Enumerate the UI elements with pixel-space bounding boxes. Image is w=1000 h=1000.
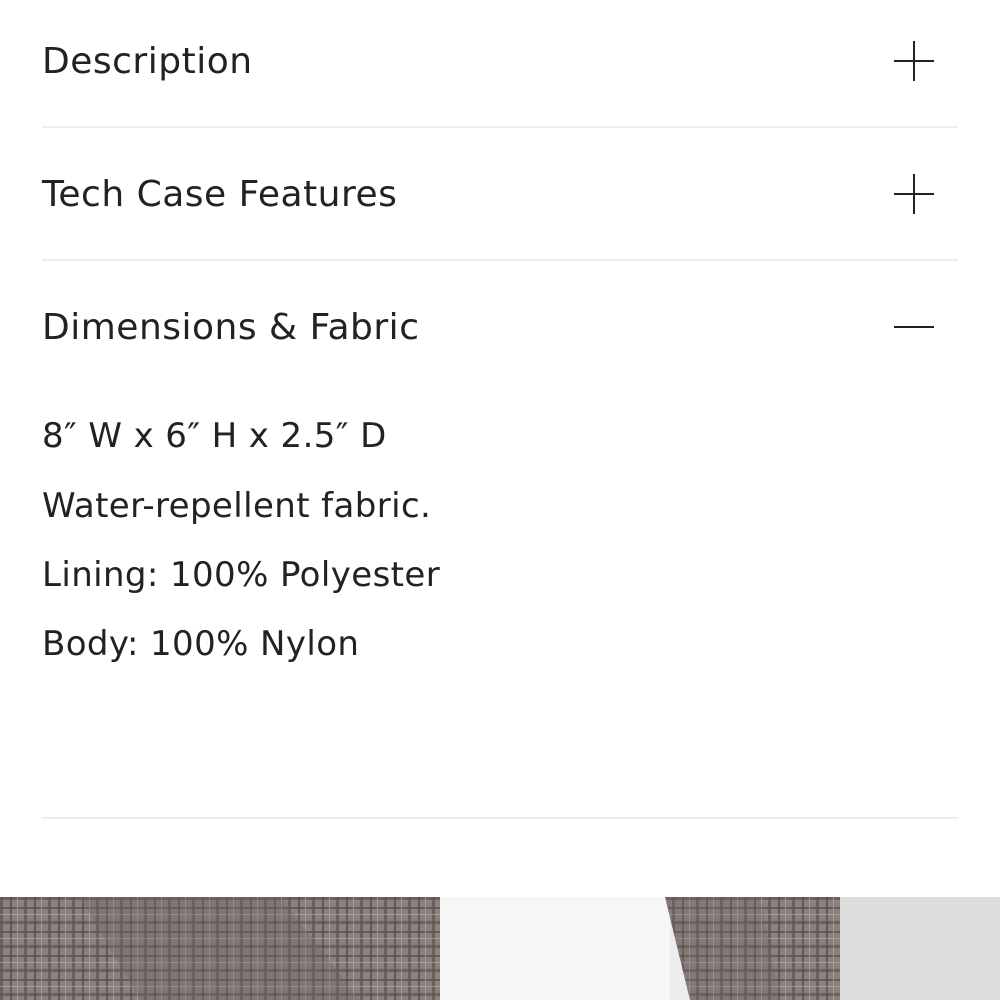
plaid-blazer-image [0,897,1000,1000]
product-photo [0,897,1000,1000]
detail-lining: Lining: 100% Polyester [42,555,441,595]
detail-body: Body: 100% Nylon [42,624,360,664]
minus-icon[interactable] [894,307,934,347]
plus-icon[interactable] [894,174,934,214]
detail-dimensions: 8″ W x 6″ H x 2.5″ D [42,416,387,456]
divider [42,259,958,261]
accordion-tech-case-features-title: Tech Case Features [42,173,398,215]
accordion-dimensions-fabric-title: Dimensions & Fabric [42,306,420,348]
product-details-page: Description Tech Case Features Dimension… [0,0,1000,1000]
plus-icon[interactable] [894,41,934,81]
accordion-tech-case-features-header[interactable]: Tech Case Features [42,164,958,224]
divider [42,817,958,819]
accordion-dimensions-fabric-header[interactable]: Dimensions & Fabric [42,297,958,357]
divider [42,126,958,128]
accordion-description-header[interactable]: Description [42,31,958,91]
detail-water-repellent: Water-repellent fabric. [42,486,432,526]
accordion-description-title: Description [42,40,253,82]
